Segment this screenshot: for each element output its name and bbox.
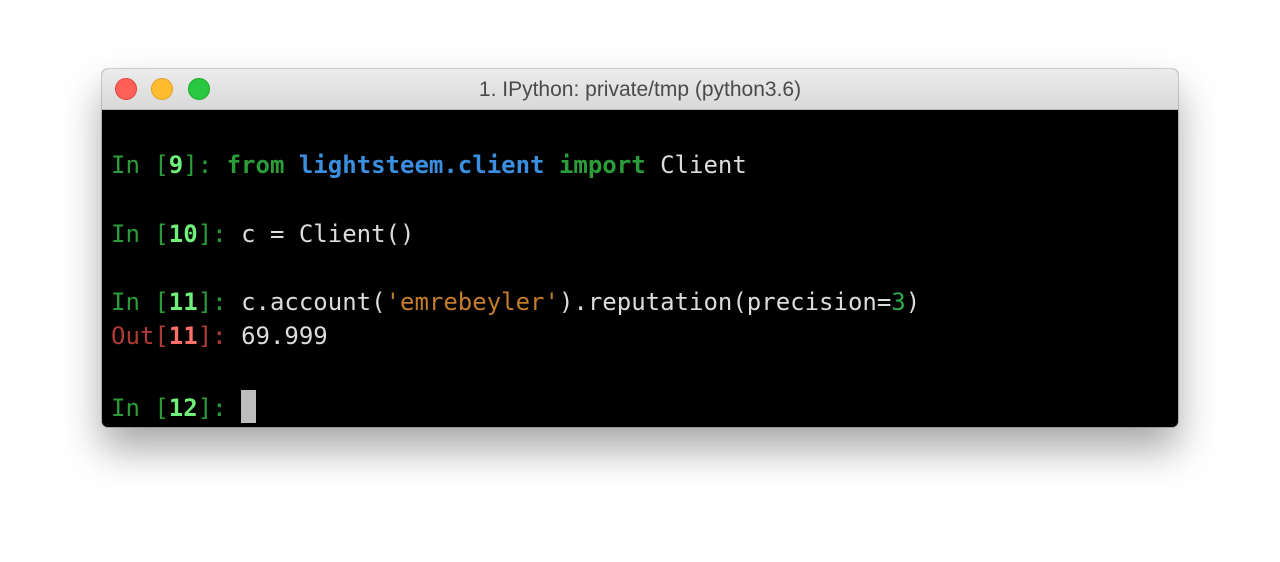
- prompt-number: 12: [168, 394, 198, 422]
- input-line-9: In [9]: from lightsteem.client import Cl…: [111, 150, 747, 180]
- terminal-window: 1. IPython: private/tmp (python3.6) In […: [102, 69, 1178, 427]
- terminal-content[interactable]: In [9]: from lightsteem.client import Cl…: [102, 110, 1178, 427]
- output-value: 69.999: [241, 322, 328, 350]
- prompt-close: ]:: [183, 151, 227, 179]
- number-literal: 3: [891, 288, 906, 316]
- prompt-label: In [: [111, 151, 169, 179]
- prompt-close: ]:: [197, 394, 242, 422]
- code-text: c.account(: [241, 288, 386, 316]
- prompt-number: 9: [168, 151, 184, 179]
- input-line-10: In [10]: c = Client(): [111, 219, 414, 249]
- window-title: 1. IPython: private/tmp (python3.6): [478, 78, 802, 101]
- imported-name: Client: [660, 151, 747, 179]
- code-text: ): [905, 288, 921, 316]
- code-text: ).reputation(precision=: [558, 288, 892, 316]
- code-text: c = Client(): [241, 220, 415, 248]
- prompt-close: ]:: [197, 288, 242, 316]
- input-line-12: In [12]:: [111, 390, 257, 423]
- keyword-import: import: [558, 151, 646, 179]
- module-name: lightsteem.client: [298, 151, 545, 179]
- prompt-label: In [: [111, 394, 169, 422]
- output-line-11: Out[11]: 69.999: [111, 321, 328, 351]
- text-cursor[interactable]: [241, 390, 257, 423]
- prompt-close: ]:: [197, 220, 242, 248]
- prompt-label: In [: [111, 288, 169, 316]
- prompt-number: 10: [168, 220, 198, 248]
- prompt-number: 11: [168, 288, 198, 316]
- prompt-label: In [: [111, 220, 169, 248]
- string-literal: 'emrebeyler': [385, 288, 559, 316]
- input-line-11: In [11]: c.account('emrebeyler').reputat…: [111, 287, 920, 317]
- output-prompt-number: 11: [168, 322, 198, 350]
- title-bar[interactable]: 1. IPython: private/tmp (python3.6): [102, 69, 1178, 110]
- keyword-from: from: [226, 151, 285, 179]
- output-prompt-label: Out[: [111, 322, 169, 350]
- output-prompt-close: ]:: [197, 322, 242, 350]
